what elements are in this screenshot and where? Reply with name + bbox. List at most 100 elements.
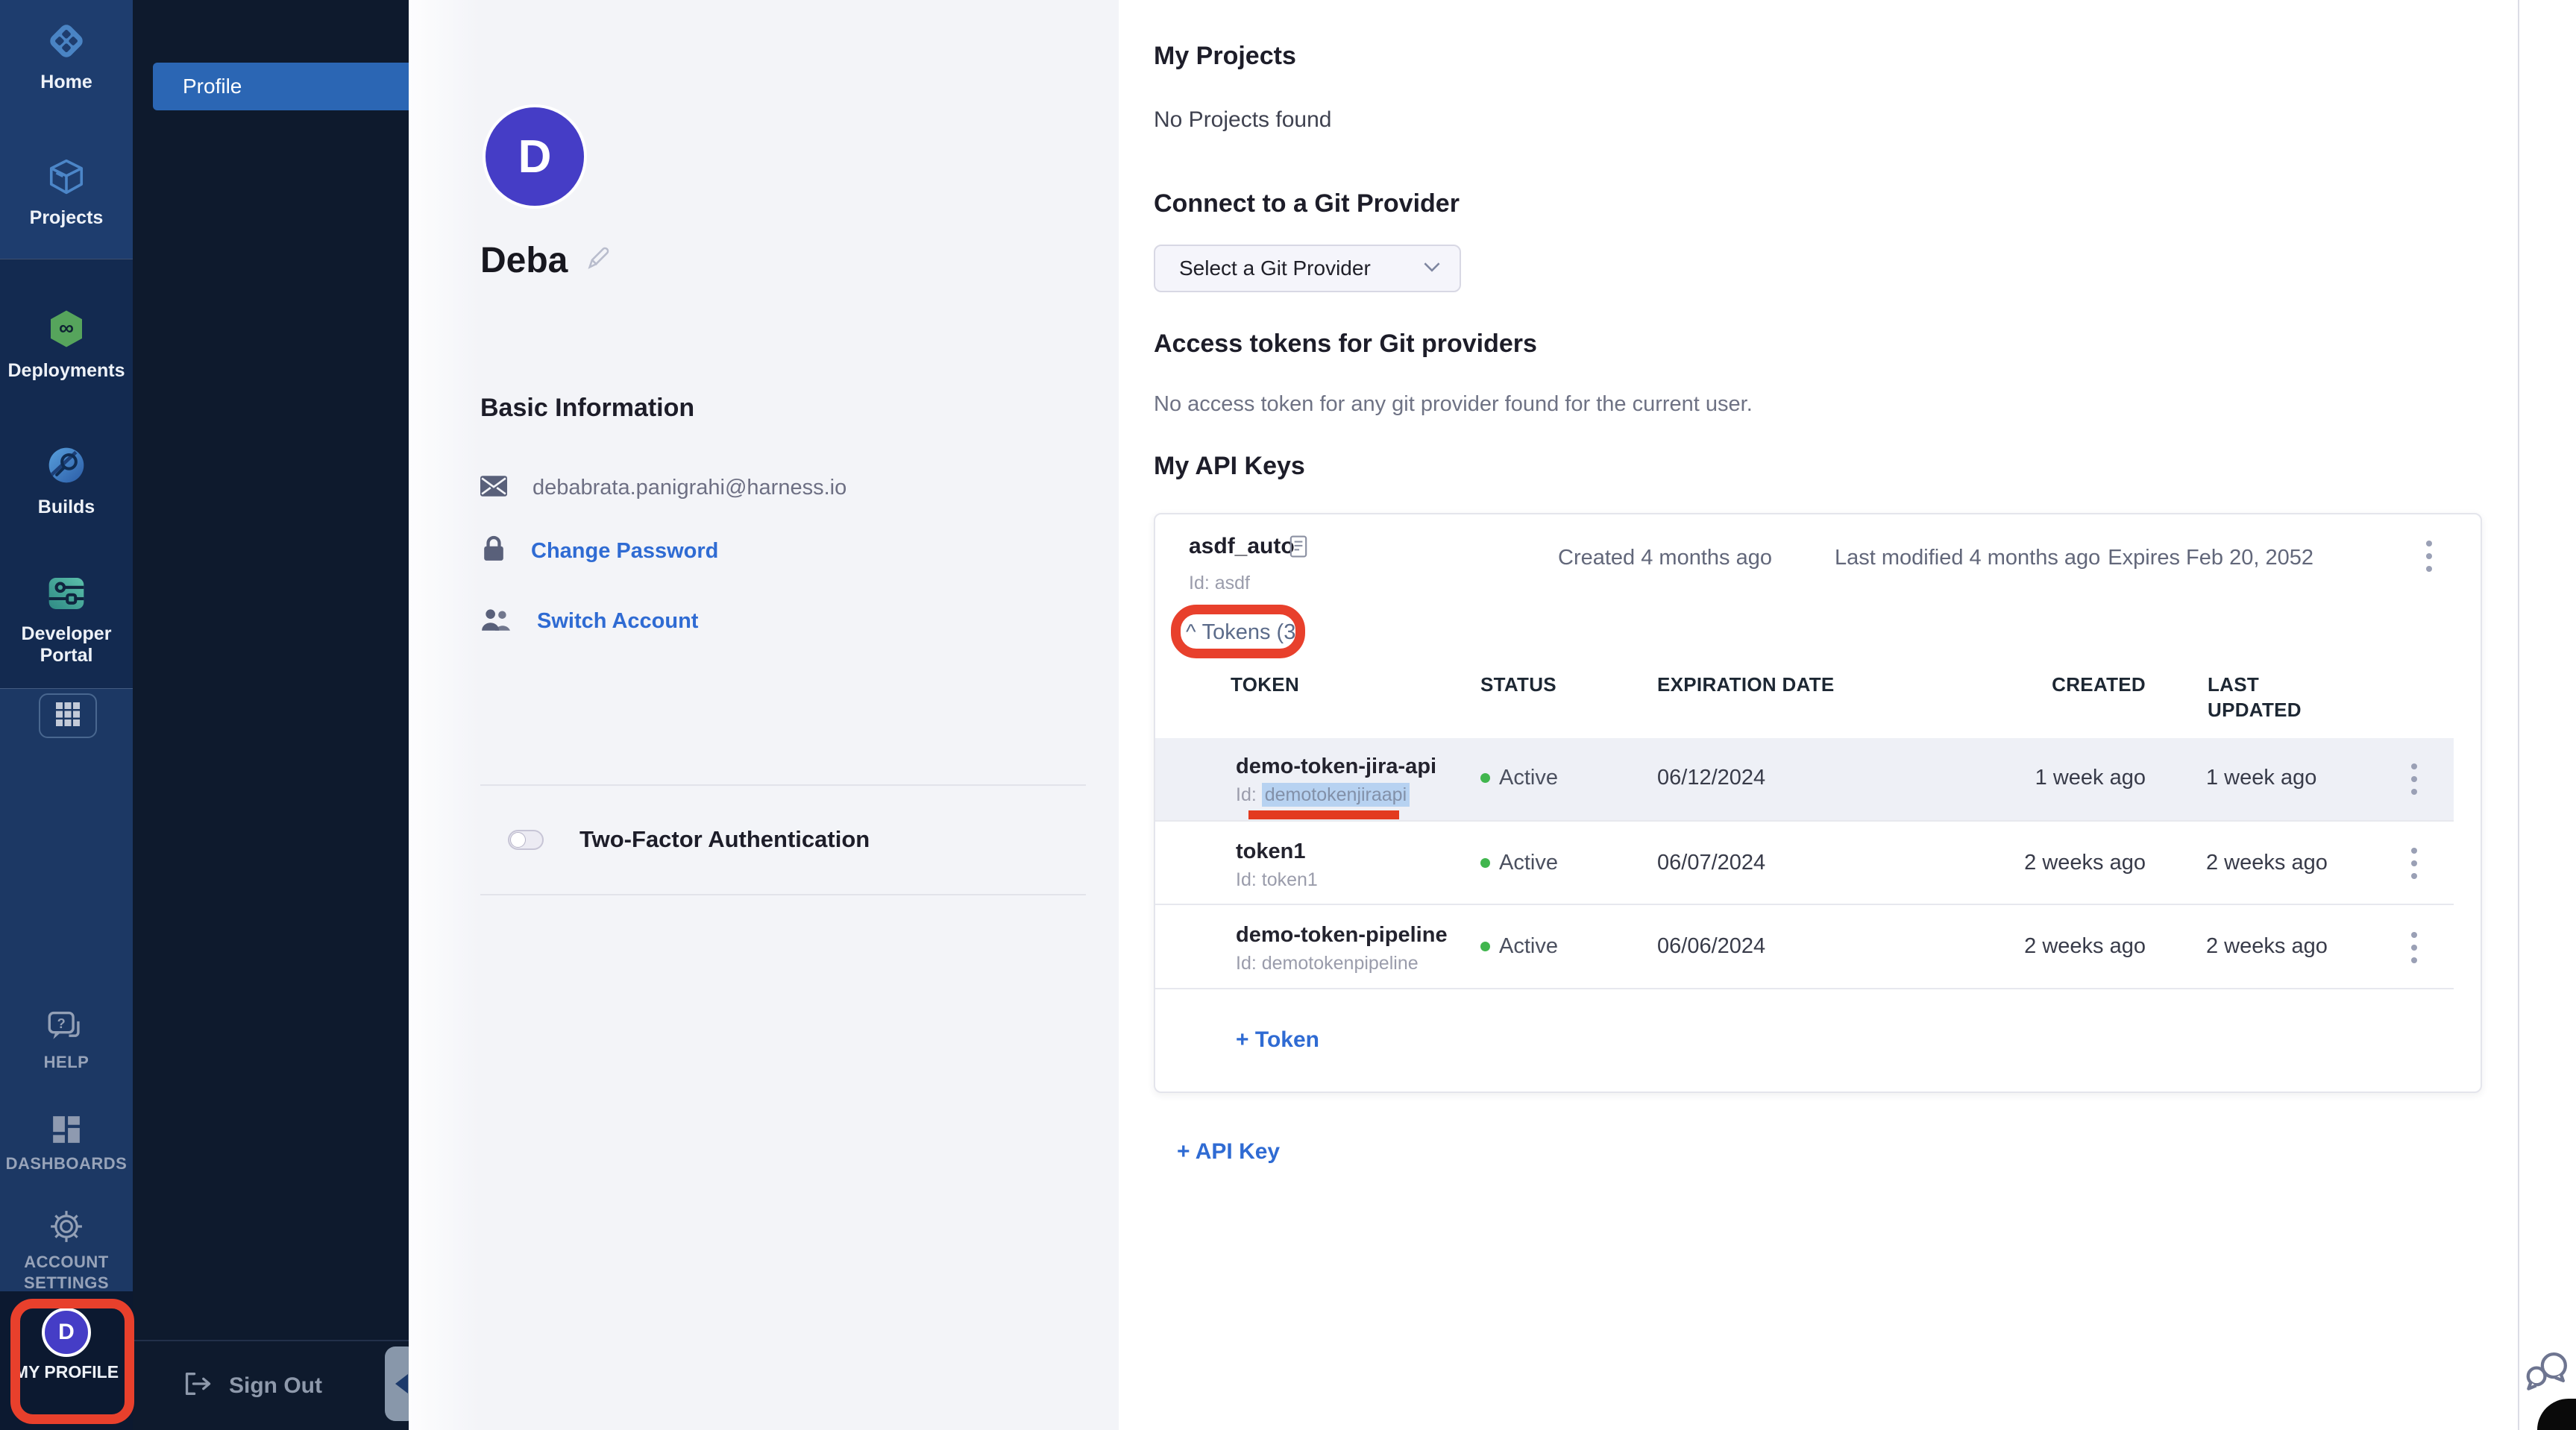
change-password-link[interactable]: Change Password [531, 539, 718, 564]
user-avatar: D [483, 104, 587, 209]
change-password-row: Change Password [482, 535, 718, 567]
git-provider-select-value: Select a Git Provider [1179, 256, 1371, 280]
sidebar-item-label: HELP [44, 1052, 89, 1073]
no-access-tokens-text: No access token for any git provider fou… [1154, 392, 1753, 417]
api-key-menu-button[interactable] [2414, 534, 2444, 579]
token-name: demo-token-jira-api [1236, 755, 1436, 779]
api-key-name: asdf_auto [1189, 534, 1295, 559]
email-row: debabrata.panigrahi@harness.io [480, 476, 846, 500]
sidebar-item-label: Developer Portal [10, 623, 122, 667]
switch-account-row: Switch Account [480, 608, 698, 635]
tokens-toggle-label: Tokens (3) [1202, 620, 1303, 645]
sidebar-item-projects[interactable]: Projects [0, 157, 133, 229]
add-token-link[interactable]: + Token [1236, 1027, 1319, 1053]
two-factor-label: Two-Factor Authentication [579, 826, 870, 853]
access-tokens-title: Access tokens for Git providers [1154, 330, 1537, 359]
token-id-prefix: Id: [1236, 953, 1262, 974]
module-sidebar: Home Projects ∞ Deployments Builds Devel… [0, 0, 133, 1430]
sidebar-item-dashboards[interactable]: DASHBOARDS [0, 1114, 133, 1174]
sidebar-item-label: Projects [30, 207, 104, 229]
switch-account-icon [480, 608, 512, 635]
token-id: Id: demotokenjiraapi [1236, 784, 1410, 806]
api-key-expires: Expires Feb 20, 2052 [2108, 546, 2313, 570]
divider [480, 894, 1086, 895]
user-email: debabrata.panigrahi@harness.io [533, 476, 846, 500]
col-header-token: TOKEN [1231, 673, 1299, 698]
git-provider-title: Connect to a Git Provider [1154, 189, 1460, 218]
col-header-created: CREATED [1983, 673, 2146, 698]
token-status: Active [1480, 766, 1558, 790]
sidebar-item-home[interactable]: Home [0, 21, 133, 93]
token-id-prefix: Id: [1236, 869, 1262, 890]
profile-sidebar: Profile Sign Out [133, 0, 409, 1430]
token-name: demo-token-pipeline [1236, 923, 1448, 948]
token-created: 2 weeks ago [1983, 851, 2146, 875]
status-dot [1480, 942, 1490, 951]
sidebar-item-label: Builds [38, 497, 95, 518]
token-menu-button[interactable] [2399, 925, 2429, 970]
builds-icon [45, 444, 87, 490]
sidebar-item-label: ACCOUNT SETTINGS [14, 1252, 119, 1293]
profile-item-label: Profile [183, 75, 242, 98]
token-expiration: 06/12/2024 [1657, 766, 1765, 790]
sidebar-item-account-settings[interactable]: ACCOUNT SETTINGS [0, 1209, 133, 1293]
deployments-icon: ∞ [45, 308, 87, 353]
copy-icon[interactable] [1289, 535, 1307, 561]
token-status: Active [1480, 934, 1558, 959]
help-icon: ? [48, 1011, 85, 1049]
two-factor-toggle[interactable] [508, 830, 544, 850]
api-keys-title: My API Keys [1154, 452, 1305, 481]
edit-name-icon[interactable] [585, 246, 611, 275]
sidebar-item-deployments[interactable]: ∞ Deployments [0, 308, 133, 382]
token-row[interactable]: demo-token-pipeline Id: demotokenpipelin… [1155, 904, 2454, 989]
home-icon [46, 21, 87, 65]
token-id-value: token1 [1262, 869, 1318, 890]
chat-help-button[interactable] [2525, 1351, 2571, 1396]
sidebar-item-developer-portal[interactable]: Developer Portal [0, 574, 133, 667]
col-header-last-updated: LAST UPDATED [2208, 673, 2327, 723]
gear-icon [49, 1209, 84, 1247]
token-last-updated: 2 weeks ago [2206, 934, 2328, 959]
sidebar-item-help[interactable]: ? HELP [0, 1011, 133, 1073]
grid-icon [53, 699, 83, 733]
lock-icon [482, 535, 506, 567]
switch-account-link[interactable]: Switch Account [537, 609, 698, 634]
api-key-card: asdf_auto Id: asdf Created 4 months ago … [1154, 513, 2482, 1093]
token-row[interactable]: demo-token-jira-api Id: demotokenjiraapi… [1155, 738, 2454, 820]
api-key-last-modified: Last modified 4 months ago [1835, 546, 2100, 570]
projects-icon [46, 157, 87, 201]
toggle-knob [510, 832, 526, 848]
chevron-down-icon [1424, 262, 1440, 276]
no-projects-text: No Projects found [1154, 107, 1331, 133]
git-provider-select[interactable]: Select a Git Provider [1154, 245, 1461, 292]
scroll-divider [2518, 0, 2519, 1430]
add-api-key-link[interactable]: + API Key [1177, 1139, 1280, 1165]
token-id-prefix: Id: [1236, 784, 1262, 805]
user-name: Deba [480, 240, 568, 281]
token-name: token1 [1236, 840, 1305, 864]
sign-out-label: Sign Out [229, 1373, 322, 1399]
token-row[interactable]: token1 Id: token1 Active 06/07/2024 2 we… [1155, 820, 2454, 905]
main-content: My Projects No Projects found Connect to… [1119, 0, 2576, 1430]
tokens-expand-toggle[interactable]: ^ Tokens (3) [1186, 620, 1303, 645]
sign-out-button[interactable]: Sign Out [133, 1340, 409, 1430]
nav-section-lower-bg [0, 688, 133, 1292]
profile-avatar: D [42, 1308, 91, 1357]
sidebar-item-my-profile[interactable]: D MY PROFILE [0, 1308, 133, 1382]
caret-up-icon: ^ [1186, 620, 1196, 645]
app-window: Home Projects ∞ Deployments Builds Devel… [0, 0, 2576, 1430]
profile-panel: D Deba Basic Information debabrata.panig… [409, 0, 1119, 1430]
token-id: Id: token1 [1236, 869, 1318, 891]
svg-text:?: ? [57, 1016, 66, 1031]
token-created: 1 week ago [1983, 766, 2146, 790]
api-key-id: Id: asdf [1189, 573, 1250, 594]
sidebar-item-label: MY PROFILE [14, 1362, 119, 1382]
token-menu-button[interactable] [2399, 841, 2429, 886]
token-menu-button[interactable] [2399, 757, 2429, 801]
sidebar-item-profile-selected[interactable]: Profile [153, 63, 409, 110]
module-grid-button[interactable] [39, 693, 97, 738]
developer-portal-icon [45, 574, 87, 617]
token-last-updated: 1 week ago [2206, 766, 2316, 790]
sidebar-item-builds[interactable]: Builds [0, 444, 133, 518]
dashboards-icon [51, 1114, 82, 1149]
